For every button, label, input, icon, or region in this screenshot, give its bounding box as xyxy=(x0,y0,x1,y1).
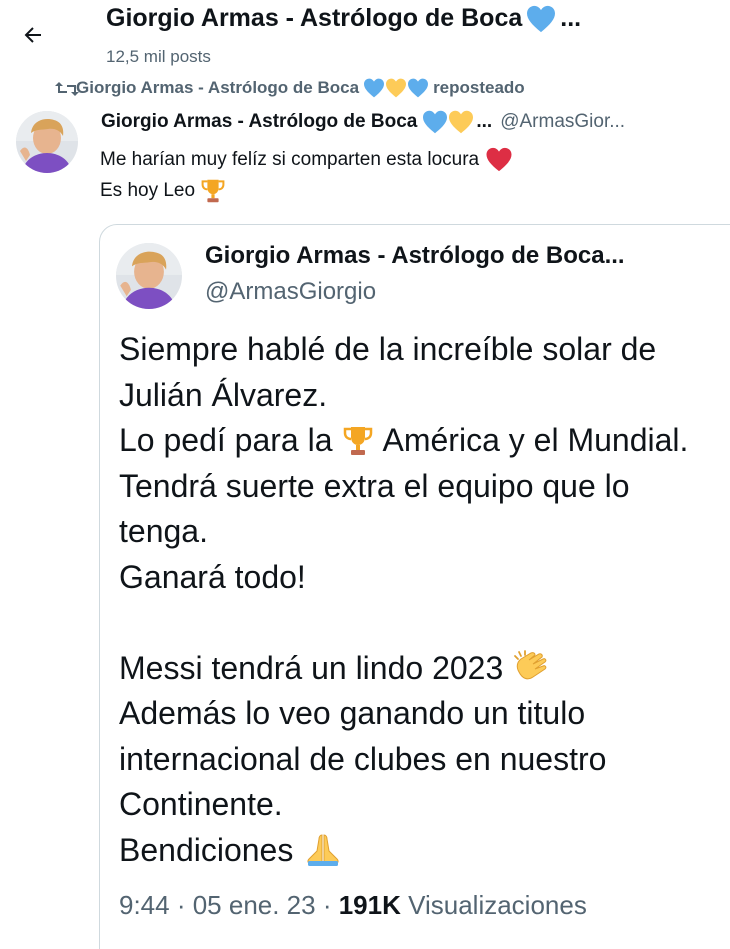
quoted-line-text: Bendiciones xyxy=(119,831,294,868)
tweet-author-handle[interactable]: @ArmasGior... xyxy=(500,111,625,133)
quoted-line-text: Además lo veo ganando un titulo xyxy=(119,695,586,731)
avatar-image xyxy=(116,243,182,309)
profile-title: Giorgio Armas - Astrólogo de Boca ... xyxy=(106,4,581,33)
quoted-line-text: América y el Mundial. xyxy=(382,422,689,458)
quoted-line: tenga. xyxy=(119,509,688,555)
quoted-line-text: Tendrá suerte extra el equipo que lo xyxy=(119,467,630,504)
tweet-timestamp[interactable]: 9:44 · 05 ene. 23 · xyxy=(119,890,339,920)
blue-heart-icon xyxy=(527,5,556,32)
views-count: 191K xyxy=(338,890,401,920)
quoted-line: Julián Álvarez. xyxy=(119,373,688,419)
quoted-line: Ganará todo! xyxy=(119,555,688,601)
quoted-line-text: Continente. xyxy=(119,786,283,822)
trophy-icon xyxy=(201,179,225,202)
blue-heart-icon xyxy=(423,110,448,134)
profile-name: Giorgio Armas - Astrólogo de Boca xyxy=(106,4,523,32)
quoted-avatar[interactable] xyxy=(116,243,182,309)
quoted-line-text: Ganará todo! xyxy=(119,558,306,595)
quoted-text: Siempre hablé de la increíble solar de J… xyxy=(119,327,688,873)
quoted-line-text: internacional de clubes en nuestro xyxy=(119,740,607,777)
tweet-header: Giorgio Armas - Astrólogo de Boca ... @A… xyxy=(101,110,625,134)
repost-user[interactable]: Giorgio Armas - Astrólogo de Boca xyxy=(76,78,359,98)
name-ellipsis: ... xyxy=(476,111,493,132)
repost-icon xyxy=(55,82,79,96)
yellow-heart-icon xyxy=(386,78,407,98)
repost-indicator: Giorgio Armas - Astrólogo de Boca repost… xyxy=(54,78,525,98)
blue-heart-icon xyxy=(408,78,429,98)
quoted-line-text: Messi tendrá un lindo 2023 xyxy=(119,649,504,686)
quoted-line-text: Siempre hablé de la increíble solar de xyxy=(119,331,657,367)
quoted-line: Tendrá suerte extra el equipo que lo xyxy=(119,464,688,510)
quoted-line: Bendiciones xyxy=(119,828,688,874)
tweet-line-text: Es hoy Leo xyxy=(100,180,196,201)
quoted-line-text: Julián Álvarez. xyxy=(119,376,328,413)
quoted-line: Lo pedí para la América y el Mundial. xyxy=(119,418,688,464)
tweet-author-name[interactable]: Giorgio Armas - Astrólogo de Boca xyxy=(101,111,417,133)
quoted-line xyxy=(119,600,688,646)
post-count: 12,5 mil posts xyxy=(106,47,211,66)
trophy-icon xyxy=(343,426,372,455)
views-label: Visualizaciones xyxy=(400,890,587,920)
title-ellipsis: ... xyxy=(560,4,582,32)
quoted-line: Además lo veo ganando un titulo xyxy=(119,691,688,737)
tweet-line-text: Me harían muy felíz si comparten esta lo… xyxy=(100,149,480,170)
quoted-line: internacional de clubes en nuestro xyxy=(119,737,688,783)
tweet-line: Es hoy Leo xyxy=(100,175,513,206)
tweet-line: Me harían muy felíz si comparten esta lo… xyxy=(100,144,513,175)
repost-label: reposteado xyxy=(433,78,525,97)
quoted-line-text: tenga. xyxy=(119,513,208,549)
quoted-line: Continente. xyxy=(119,782,688,828)
avatar-image xyxy=(16,111,78,173)
folded-hands-icon xyxy=(307,834,339,867)
quoted-meta: 9:44 · 05 ene. 23 · 191K Visualizaciones xyxy=(119,890,587,921)
arrow-left-icon xyxy=(24,27,41,43)
back-button[interactable] xyxy=(14,16,52,54)
blue-heart-icon xyxy=(364,78,385,98)
quoted-line: Siempre hablé de la increíble solar de xyxy=(119,327,688,373)
clapping-hands-icon xyxy=(514,650,547,680)
yellow-heart-icon xyxy=(449,110,474,134)
post-view: Giorgio Armas - Astrólogo de Boca ... 12… xyxy=(0,0,730,949)
avatar[interactable] xyxy=(16,111,78,173)
quoted-author-name[interactable]: Giorgio Armas - Astrólogo de Boca... xyxy=(205,242,625,270)
red-heart-icon xyxy=(486,147,512,172)
tweet-text: Me harían muy felíz si comparten esta lo… xyxy=(100,144,513,206)
quoted-line: Messi tendrá un lindo 2023 xyxy=(119,646,688,692)
quoted-tweet[interactable]: Giorgio Armas - Astrólogo de Boca... @Ar… xyxy=(99,224,730,949)
quoted-line-text: Lo pedí para la xyxy=(119,422,333,458)
quoted-author-handle[interactable]: @ArmasGiorgio xyxy=(205,278,376,306)
